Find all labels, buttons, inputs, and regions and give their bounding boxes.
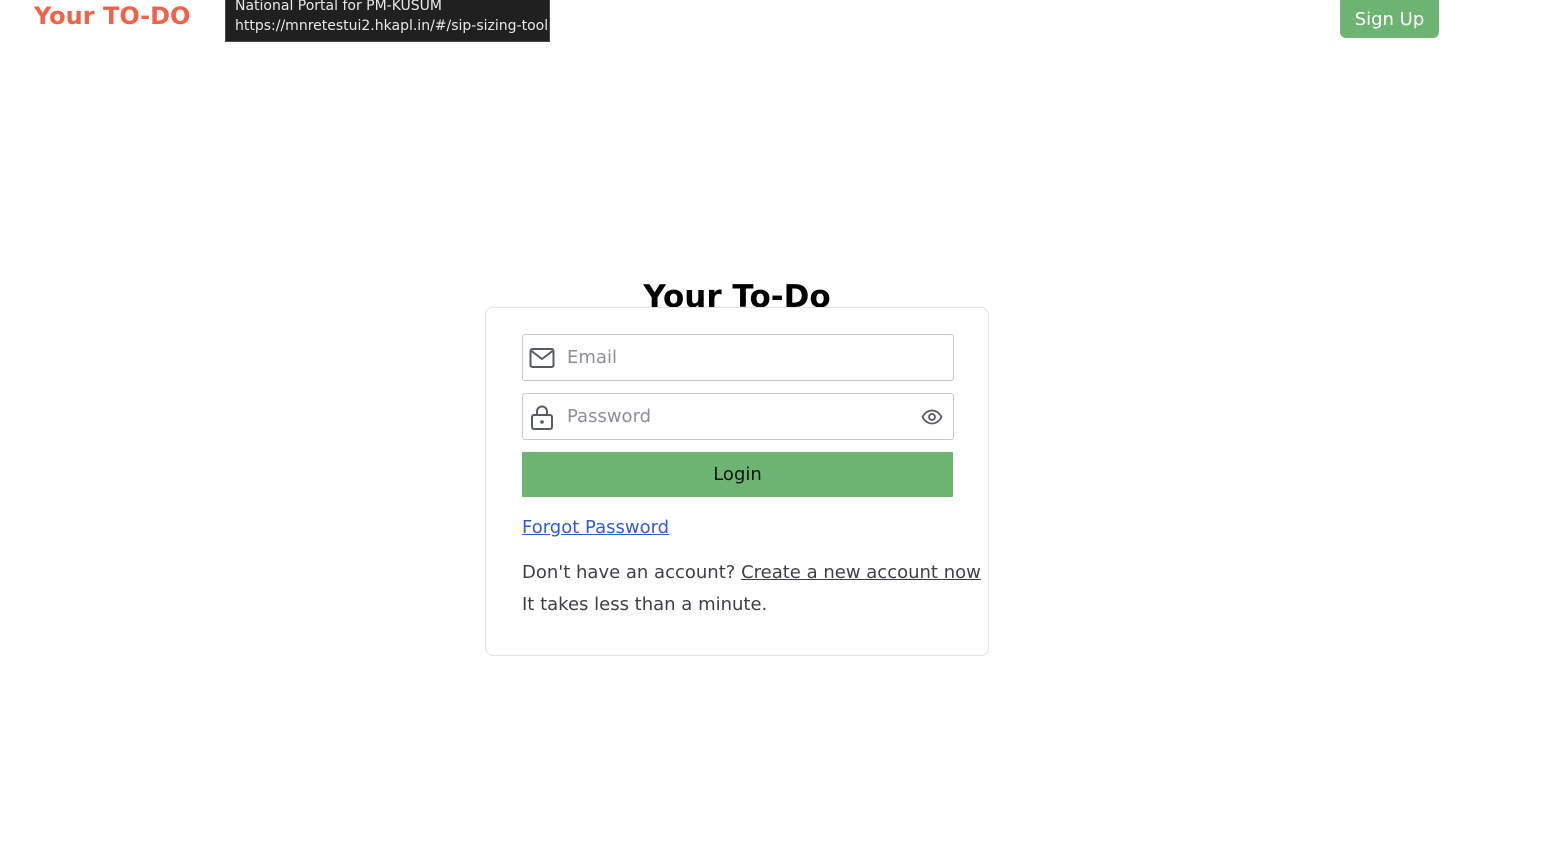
tooltip-url: https://mnretestui2.hkapl.in/#/sip-sizin…	[235, 18, 550, 34]
email-input[interactable]	[567, 335, 907, 380]
link-tooltip: National Portal for PM-KUSUM https://mnr…	[225, 0, 550, 42]
password-field[interactable]	[522, 393, 954, 440]
signup-note: It takes less than a minute.	[522, 594, 768, 615]
brand-logo[interactable]: Your TO-DO	[34, 2, 190, 30]
email-field[interactable]	[522, 334, 954, 381]
mail-icon	[529, 345, 555, 371]
sign-up-button[interactable]: Sign Up	[1340, 0, 1439, 38]
lock-icon	[529, 404, 555, 430]
tooltip-title: National Portal for PM-KUSUM	[235, 0, 442, 14]
login-card: Login Forgot Password Don't have an acco…	[485, 307, 989, 656]
signup-prompt: Don't have an account? Create a new acco…	[522, 562, 981, 583]
login-button[interactable]: Login	[522, 452, 953, 497]
eye-icon[interactable]	[919, 404, 945, 430]
password-input[interactable]	[567, 394, 907, 439]
forgot-password-link[interactable]: Forgot Password	[522, 517, 669, 538]
create-account-link[interactable]: Create a new account now	[741, 562, 981, 583]
no-account-text: Don't have an account?	[522, 562, 736, 583]
